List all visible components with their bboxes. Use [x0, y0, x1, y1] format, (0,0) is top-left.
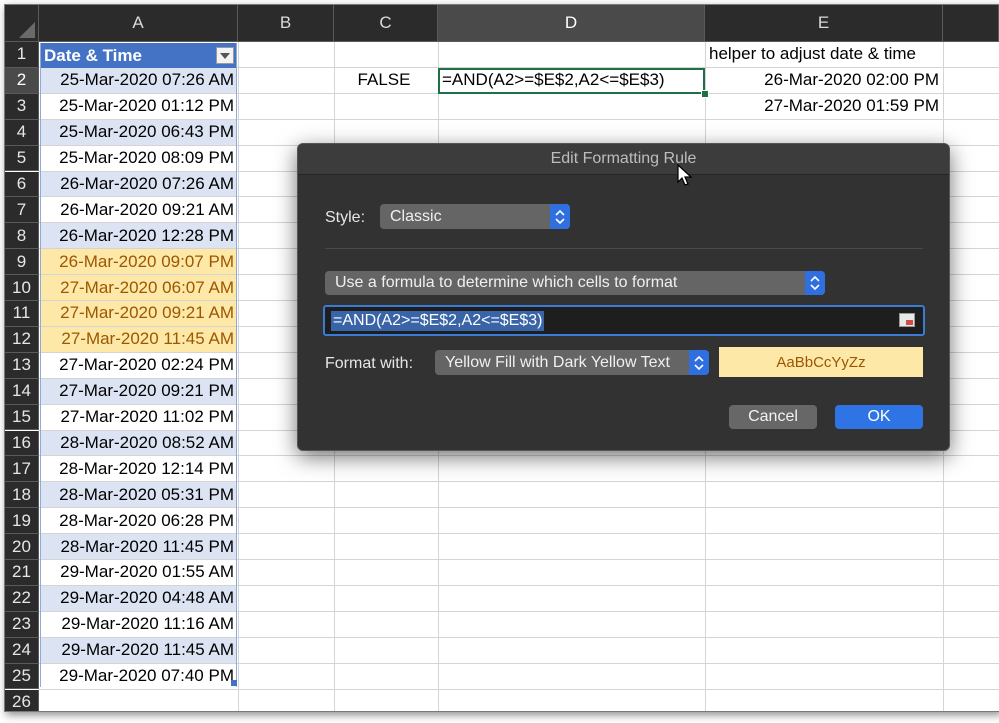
row-header-13[interactable]: 13 — [5, 352, 39, 379]
table-cell-a8[interactable]: 26-Mar-2020 12:28 PM — [40, 223, 237, 249]
cell-e3[interactable]: 27-Mar-2020 01:59 PM — [705, 94, 943, 119]
table-cell-a12[interactable]: 27-Mar-2020 11:45 AM — [40, 326, 237, 352]
row-header-20[interactable]: 20 — [5, 534, 39, 560]
column-header-d[interactable]: D — [438, 5, 705, 42]
cancel-button[interactable]: Cancel — [729, 405, 817, 429]
rule-type-stepper-icon — [805, 271, 825, 295]
table-cell-a13[interactable]: 27-Mar-2020 02:24 PM — [40, 353, 237, 378]
table-header-cell[interactable]: Date & Time — [40, 43, 237, 68]
row-header-16[interactable]: 16 — [5, 430, 39, 457]
format-with-popup[interactable]: Yellow Fill with Dark Yellow Text — [435, 350, 709, 375]
cell-c2[interactable]: FALSE — [334, 68, 438, 93]
table-cell-a24[interactable]: 29-Mar-2020 11:45 AM — [40, 637, 237, 663]
row-header-21[interactable]: 21 — [5, 560, 39, 586]
table-cell-a6[interactable]: 26-Mar-2020 07:26 AM — [40, 171, 237, 197]
row-header-4[interactable]: 4 — [5, 119, 39, 146]
format-with-stepper-icon — [689, 350, 709, 375]
row-header-3[interactable]: 3 — [5, 93, 39, 120]
dialog-divider — [325, 248, 923, 249]
style-stepper-icon — [550, 204, 570, 229]
dialog-title[interactable]: Edit Formatting Rule — [298, 144, 949, 175]
column-header-b[interactable]: B — [238, 5, 334, 42]
row-header-11[interactable]: 11 — [5, 301, 39, 327]
row-header-14[interactable]: 14 — [5, 378, 39, 405]
row-header-22[interactable]: 22 — [5, 585, 39, 612]
rule-type-value: Use a formula to determine which cells t… — [335, 274, 678, 291]
format-with-label: Format with: — [325, 355, 414, 372]
table-header-label: Date & Time — [44, 45, 142, 65]
row-header-12[interactable]: 12 — [5, 326, 39, 353]
row-header-9[interactable]: 9 — [5, 249, 39, 276]
spreadsheet-window: A B C D E 1 2 3 4 5 6 7 8 9 10 11 12 13 14 15 16 17 18 19 20 21 22… — [4, 4, 999, 712]
table-cell-a21[interactable]: 29-Mar-2020 01:55 AM — [40, 560, 237, 585]
row-header-7[interactable]: 7 — [5, 197, 39, 224]
row-header-18[interactable]: 18 — [5, 482, 39, 509]
table-cell-a7[interactable]: 26-Mar-2020 09:21 AM — [40, 197, 237, 222]
table-cell-a18[interactable]: 28-Mar-2020 05:31 PM — [40, 482, 237, 508]
row-header-6[interactable]: 6 — [5, 171, 39, 198]
row-header-19[interactable]: 19 — [5, 508, 39, 535]
active-cell-outline — [438, 68, 705, 94]
row-gridline — [39, 688, 999, 690]
style-popup[interactable]: Classic — [380, 204, 570, 229]
column-header-c[interactable]: C — [334, 5, 438, 42]
select-all-corner[interactable] — [5, 5, 39, 42]
table-cell-a16[interactable]: 28-Mar-2020 08:52 AM — [40, 430, 237, 456]
format-with-value: Yellow Fill with Dark Yellow Text — [445, 353, 670, 371]
table-cell-a15[interactable]: 27-Mar-2020 11:02 PM — [40, 405, 237, 430]
cell-e1[interactable]: helper to adjust date & time — [705, 42, 943, 67]
table-cell-a19[interactable]: 28-Mar-2020 06:28 PM — [40, 508, 237, 533]
table-resize-handle[interactable] — [231, 680, 237, 686]
row-header-5[interactable]: 5 — [5, 145, 39, 172]
filter-dropdown-icon[interactable] — [216, 47, 234, 64]
mouse-pointer-icon — [677, 164, 693, 186]
row-header-25[interactable]: 25 — [5, 663, 39, 690]
table-cell-a4[interactable]: 25-Mar-2020 06:43 PM — [40, 119, 237, 145]
table-cell-a5[interactable]: 25-Mar-2020 08:09 PM — [40, 146, 237, 171]
table-cell-a10[interactable]: 27-Mar-2020 06:07 AM — [40, 275, 237, 300]
column-header-e[interactable]: E — [705, 5, 943, 42]
ok-button[interactable]: OK — [835, 405, 923, 429]
formula-text: =AND(A2>=$E$2,A2<=$E$3) — [331, 311, 545, 331]
column-header-a[interactable]: A — [39, 5, 238, 42]
rule-type-popup[interactable]: Use a formula to determine which cells t… — [325, 271, 825, 295]
row-header-26[interactable]: 26 — [5, 689, 39, 711]
row-header-10[interactable]: 10 — [5, 275, 39, 301]
table-cell-a22[interactable]: 29-Mar-2020 04:48 AM — [40, 585, 237, 611]
format-preview: AaBbCcYyZz — [719, 347, 923, 377]
row-header-15[interactable]: 15 — [5, 404, 39, 431]
edit-formatting-rule-dialog: Edit Formatting Rule Style: Classic Use … — [297, 143, 950, 451]
select-all-triangle-icon — [19, 22, 35, 38]
style-value: Classic — [390, 207, 442, 225]
fill-handle[interactable] — [701, 90, 709, 98]
column-header-f[interactable] — [943, 5, 999, 42]
table-cell-a17[interactable]: 28-Mar-2020 12:14 PM — [40, 456, 237, 481]
row-header-1[interactable]: 1 — [5, 42, 39, 68]
collapse-dialog-icon[interactable] — [899, 313, 915, 327]
row-header-24[interactable]: 24 — [5, 637, 39, 664]
table-cell-a3[interactable]: 25-Mar-2020 01:12 PM — [40, 94, 237, 119]
row-header-2[interactable]: 2 — [5, 67, 39, 94]
row-header-17[interactable]: 17 — [5, 456, 39, 483]
style-label: Style: — [325, 209, 366, 226]
table-cell-a14[interactable]: 27-Mar-2020 09:21 PM — [40, 378, 237, 404]
row-header-23[interactable]: 23 — [5, 611, 39, 638]
table-cell-a20[interactable]: 28-Mar-2020 11:45 PM — [40, 534, 237, 559]
row-header-8[interactable]: 8 — [5, 223, 39, 250]
cell-e2[interactable]: 26-Mar-2020 02:00 PM — [705, 68, 943, 93]
formula-input[interactable]: =AND(A2>=$E$2,A2<=$E$3) — [323, 305, 925, 336]
table-cell-a11[interactable]: 27-Mar-2020 09:21 AM — [40, 301, 237, 326]
table-cell-a25[interactable]: 29-Mar-2020 07:40 PM — [40, 664, 237, 689]
table-cell-a23[interactable]: 29-Mar-2020 11:16 AM — [40, 612, 237, 637]
table-cell-a2[interactable]: 25-Mar-2020 07:26 AM — [40, 67, 237, 93]
table-cell-a9[interactable]: 26-Mar-2020 09:07 PM — [40, 249, 237, 275]
